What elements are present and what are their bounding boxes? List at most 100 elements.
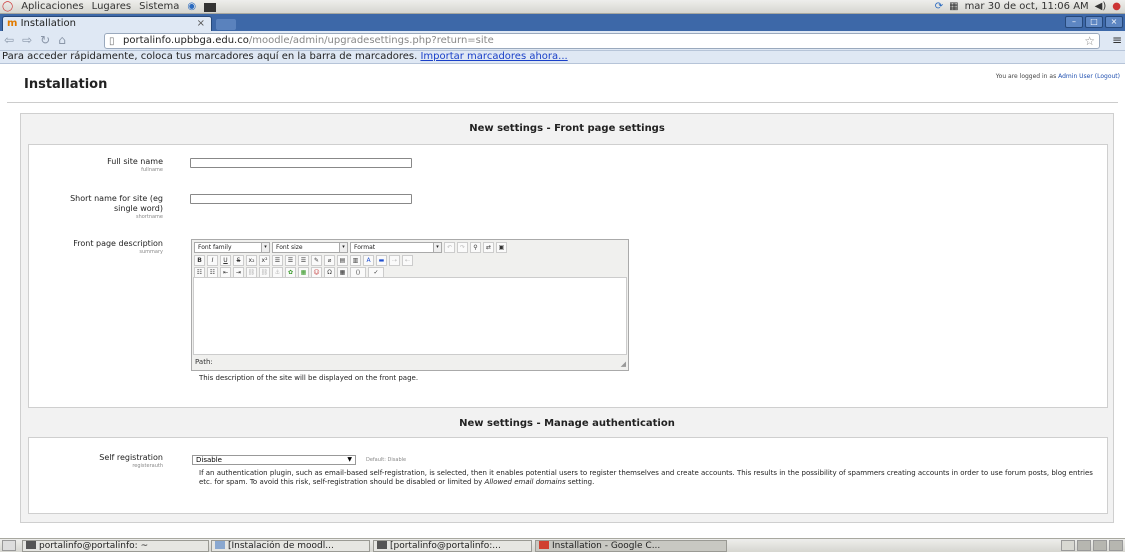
task-label: portalinfo@portalinfo: ~	[39, 541, 149, 551]
font-size-label: Font size	[276, 244, 303, 251]
browser-toolbar: ⇦ ⇨ ↻ ⌂ ▯ portalinfo.upbbga.edu.co/moodl…	[0, 31, 1125, 51]
replace-icon[interactable]: ⇄	[483, 242, 494, 253]
fullname-label-text: Full site name	[107, 157, 163, 166]
taskbar: portalinfo@portalinfo: ~ [Instalación de…	[0, 538, 1125, 552]
find-icon[interactable]: ⚲	[470, 242, 481, 253]
terminal-icon	[26, 541, 36, 549]
minimize-icon[interactable]: –	[1065, 16, 1083, 28]
clean-format-icon[interactable]: ✎	[311, 255, 322, 266]
subscript-icon[interactable]: x₂	[246, 255, 257, 266]
gnome-logo-icon[interactable]: ◯	[2, 1, 13, 13]
rtl-icon[interactable]: ⇠	[402, 255, 413, 266]
paste-word-icon[interactable]: ▥	[350, 255, 361, 266]
logout-link[interactable]: (Logout)	[1095, 73, 1120, 80]
align-center-icon[interactable]: ☰	[285, 255, 296, 266]
self-registration-help: If an authentication plugin, such as ema…	[199, 469, 1099, 487]
bookmark-star-icon[interactable]: ☆	[1084, 34, 1095, 48]
fullname-input[interactable]	[190, 158, 412, 168]
close-window-icon[interactable]: ×	[1105, 16, 1123, 28]
fullscreen-icon[interactable]: ▣	[496, 242, 507, 253]
clock[interactable]: mar 30 de oct, 11:06 AM	[965, 1, 1089, 13]
resize-grip-icon[interactable]: ◢	[621, 360, 626, 368]
gnome-top-panel: ◯ Aplicaciones Lugares Sistema ◉ ⟳ ▦ mar…	[0, 0, 1125, 14]
task-moodle-install[interactable]: [Instalación de moodl...	[211, 540, 370, 552]
tab-installation[interactable]: m Installation ×	[2, 16, 212, 31]
settings-form: New settings - Front page settings Full …	[20, 113, 1114, 523]
chrome-icon	[539, 541, 549, 549]
font-size-select[interactable]: Font size ▾	[272, 242, 348, 253]
self-registration-key: registerauth	[132, 463, 163, 469]
workspace-1[interactable]	[1077, 540, 1091, 551]
volume-icon[interactable]: ◀)	[1095, 1, 1107, 13]
user-link[interactable]: Admin User	[1058, 73, 1093, 80]
redo-icon[interactable]: ↷	[457, 242, 468, 253]
font-family-select[interactable]: Font family ▾	[194, 242, 270, 253]
browser-launcher-icon[interactable]: ◉	[187, 1, 196, 13]
workspace-switcher	[1061, 540, 1123, 551]
background-color-icon[interactable]: ▬	[376, 255, 387, 266]
format-label: Format	[354, 244, 376, 251]
import-bookmarks-link[interactable]: Importar marcadores ahora...	[420, 51, 567, 62]
home-icon[interactable]: ⌂	[58, 33, 66, 47]
bold-icon[interactable]: B	[194, 255, 205, 266]
task-terminal-1[interactable]: portalinfo@portalinfo: ~	[22, 540, 209, 552]
workspace-2[interactable]	[1093, 540, 1107, 551]
summary-key: summary	[139, 249, 163, 255]
bookmarks-hint: Para acceder rápidamente, coloca tus mar…	[2, 51, 418, 62]
self-registration-label: Self registration registerauth	[99, 453, 163, 470]
help-text: If an authentication plugin, such as ema…	[199, 469, 1093, 486]
text-color-icon[interactable]: A	[363, 255, 374, 266]
update-icon[interactable]: ⟳	[935, 1, 943, 13]
underline-icon[interactable]: U	[220, 255, 231, 266]
align-right-icon[interactable]: ☰	[298, 255, 309, 266]
remove-format-icon[interactable]: ⌀	[324, 255, 335, 266]
html-editor: Font family ▾ Font size ▾ Format ▾ ↶ ↷ ⚲ ⇄ …	[191, 239, 629, 371]
chevron-down-icon: ▼	[347, 456, 352, 463]
align-left-icon[interactable]: ☰	[272, 255, 283, 266]
task-terminal-2[interactable]: [portalinfo@portalinfo:...	[373, 540, 532, 552]
network-icon[interactable]: ▦	[949, 1, 958, 13]
fullname-label: Full site name fullname	[107, 157, 163, 174]
paste-text-icon[interactable]: ▤	[337, 255, 348, 266]
url-path: /moodle/admin/upgradesettings.php?return…	[248, 35, 494, 46]
tab-close-icon[interactable]: ×	[197, 17, 205, 30]
new-tab-button[interactable]	[216, 19, 236, 30]
task-chrome[interactable]: Installation - Google C...	[535, 540, 727, 552]
undo-icon[interactable]: ↶	[444, 242, 455, 253]
summary-help: This description of the site will be dis…	[199, 374, 419, 382]
workspace-3[interactable]	[1109, 540, 1123, 551]
menu-sistema[interactable]: Sistema	[139, 1, 179, 13]
chevron-down-icon: ▾	[339, 243, 347, 252]
forward-icon[interactable]: ⇨	[22, 33, 32, 47]
shortname-input[interactable]	[190, 194, 412, 204]
ltr-icon[interactable]: ⇢	[389, 255, 400, 266]
self-registration-select[interactable]: Disable ▼	[192, 455, 356, 465]
italic-icon[interactable]: I	[207, 255, 218, 266]
show-desktop-icon[interactable]	[2, 540, 16, 551]
summary-label: Front page description summary	[73, 239, 163, 256]
login-prefix: You are logged in as	[995, 73, 1057, 80]
help-tail: setting.	[567, 478, 595, 486]
reload-icon[interactable]: ↻	[40, 33, 50, 47]
address-bar[interactable]: ▯ portalinfo.upbbga.edu.co/moodle/admin/…	[104, 33, 1100, 49]
editor-textarea[interactable]	[193, 277, 627, 355]
fullname-key: fullname	[141, 167, 163, 173]
format-select[interactable]: Format ▾	[350, 242, 442, 253]
terminal-launcher-icon[interactable]	[204, 2, 217, 12]
menu-icon[interactable]: ≡	[1112, 33, 1122, 47]
shortname-label-text: Short name for site (eg single word)	[70, 194, 163, 213]
default-value: Default: Disable	[366, 457, 407, 463]
front-page-fieldset: Full site name fullname Short name for s…	[28, 144, 1108, 408]
back-icon[interactable]: ⇦	[4, 33, 14, 47]
menu-lugares[interactable]: Lugares	[92, 1, 131, 13]
maximize-icon[interactable]: □	[1085, 16, 1103, 28]
self-registration-value: Disable	[196, 456, 222, 464]
chrome-tray-icon[interactable]	[1061, 540, 1075, 551]
section-title-auth: New settings - Manage authentication	[459, 418, 675, 429]
superscript-icon[interactable]: x²	[259, 255, 270, 266]
page-title: Installation	[24, 77, 108, 92]
strikethrough-icon[interactable]: S	[233, 255, 244, 266]
menu-aplicaciones[interactable]: Aplicaciones	[21, 1, 83, 13]
chevron-down-icon: ▾	[433, 243, 441, 252]
chrome-tray-icon[interactable]: ●	[1112, 1, 1121, 13]
